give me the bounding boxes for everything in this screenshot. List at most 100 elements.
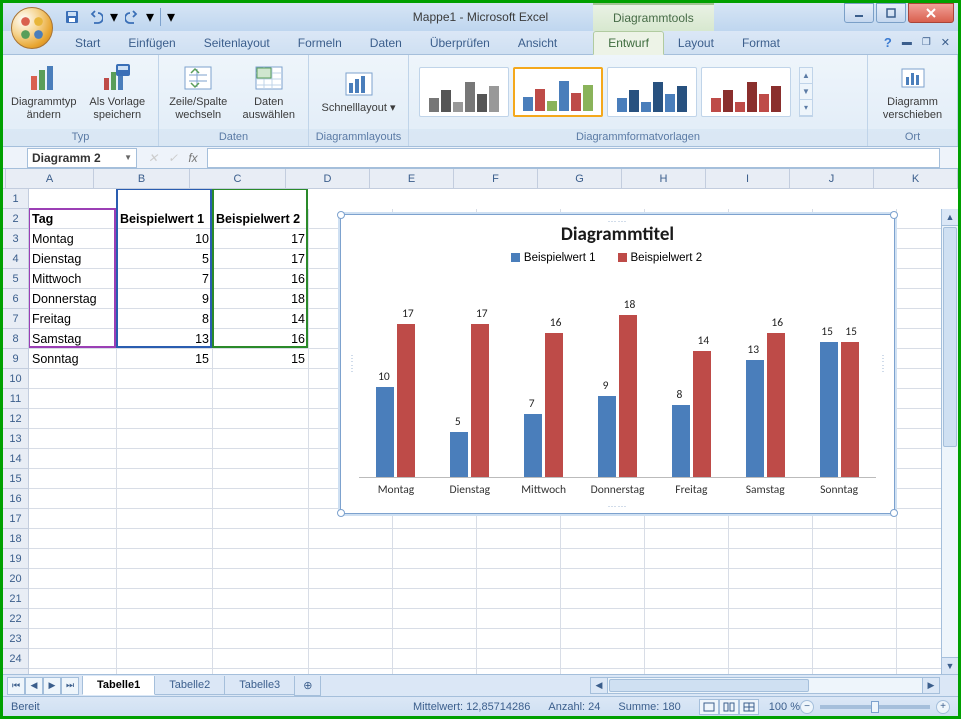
cell[interactable]: [117, 429, 213, 449]
column-header[interactable]: F: [454, 169, 538, 188]
chart-category[interactable]: 1017Montag: [359, 273, 433, 477]
cell[interactable]: [813, 529, 897, 549]
legend-entry[interactable]: Beispielwert 1: [511, 252, 596, 264]
chart-bar[interactable]: [376, 387, 394, 477]
cell[interactable]: 10: [117, 229, 213, 249]
cell[interactable]: [729, 629, 813, 649]
column-header[interactable]: H: [622, 169, 706, 188]
sheet-tab[interactable]: Tabelle3: [224, 676, 295, 695]
fx-icon[interactable]: fx: [185, 151, 201, 165]
row-header[interactable]: 14: [3, 449, 28, 469]
cell[interactable]: Beispielwert 1: [117, 209, 213, 229]
cell[interactable]: [477, 529, 561, 549]
cell[interactable]: [29, 589, 117, 609]
cell[interactable]: [561, 609, 645, 629]
sheet-nav-prev[interactable]: ◀: [25, 677, 43, 695]
cell[interactable]: [29, 649, 117, 669]
cell[interactable]: [393, 649, 477, 669]
save-template-button[interactable]: Als Vorlage speichern: [83, 59, 153, 125]
cell[interactable]: [729, 609, 813, 629]
cell[interactable]: [117, 569, 213, 589]
chart-bar[interactable]: [450, 432, 468, 477]
restore-workbook-icon[interactable]: ❐: [922, 37, 931, 48]
horizontal-scrollbar[interactable]: ◀▶: [590, 677, 940, 694]
new-sheet-button[interactable]: ⊕: [294, 676, 321, 696]
chart-bar[interactable]: [397, 324, 415, 477]
sheet-tab[interactable]: Tabelle1: [82, 676, 155, 695]
qat-customize[interactable]: ▾: [166, 7, 176, 27]
cell[interactable]: 15: [117, 349, 213, 369]
cell[interactable]: [29, 529, 117, 549]
cell[interactable]: [813, 589, 897, 609]
cell[interactable]: [29, 369, 117, 389]
row-header[interactable]: 1: [3, 189, 28, 209]
cell[interactable]: [213, 549, 309, 569]
cell[interactable]: [477, 609, 561, 629]
redo-dropdown[interactable]: ▾: [145, 7, 155, 27]
cell[interactable]: [213, 649, 309, 669]
cell[interactable]: [29, 569, 117, 589]
cell[interactable]: [561, 529, 645, 549]
cancel-icon[interactable]: ✕: [145, 151, 161, 165]
cell[interactable]: [813, 569, 897, 589]
chart-category[interactable]: 716Mittwoch: [507, 273, 581, 477]
zoom-out-button[interactable]: −: [800, 700, 814, 714]
chart-category[interactable]: 814Freitag: [654, 273, 728, 477]
cell[interactable]: Samstag: [29, 329, 117, 349]
row-header[interactable]: 2: [3, 209, 28, 229]
cell[interactable]: [813, 609, 897, 629]
vertical-scrollbar[interactable]: ▲▼: [941, 209, 958, 674]
chart-bar[interactable]: [841, 342, 859, 477]
cell[interactable]: Freitag: [29, 309, 117, 329]
view-pagelayout-button[interactable]: [719, 699, 739, 715]
cell[interactable]: [117, 409, 213, 429]
chart-category[interactable]: 517Dienstag: [433, 273, 507, 477]
help-icon[interactable]: ?: [884, 35, 892, 50]
chart-bar[interactable]: [619, 315, 637, 477]
cell[interactable]: [645, 629, 729, 649]
tab-layout[interactable]: Layout: [664, 32, 728, 54]
cell[interactable]: [729, 529, 813, 549]
chart-category[interactable]: 918Donnerstag: [581, 273, 655, 477]
sheet-nav-next[interactable]: ▶: [43, 677, 61, 695]
cell[interactable]: [117, 449, 213, 469]
chart-bar[interactable]: [746, 360, 764, 477]
cell[interactable]: [117, 469, 213, 489]
cell[interactable]: [477, 589, 561, 609]
tab-format[interactable]: Format: [728, 32, 794, 54]
legend-entry[interactable]: Beispielwert 2: [618, 252, 703, 264]
cell[interactable]: [393, 629, 477, 649]
cell[interactable]: [561, 649, 645, 669]
cell[interactable]: [477, 549, 561, 569]
cell[interactable]: [729, 549, 813, 569]
cell[interactable]: [117, 609, 213, 629]
cell[interactable]: [213, 409, 309, 429]
cell[interactable]: [645, 649, 729, 669]
cell[interactable]: [29, 469, 117, 489]
cell[interactable]: [393, 589, 477, 609]
change-chart-type-button[interactable]: Diagrammtyp ändern: [9, 59, 79, 125]
cell[interactable]: 15: [213, 349, 309, 369]
cell[interactable]: [393, 609, 477, 629]
cell[interactable]: [645, 529, 729, 549]
row-header[interactable]: 24: [3, 649, 28, 669]
cell[interactable]: [729, 569, 813, 589]
cell[interactable]: 18: [213, 289, 309, 309]
style-item-4[interactable]: [701, 67, 791, 117]
row-header[interactable]: 11: [3, 389, 28, 409]
chart-bar[interactable]: [693, 351, 711, 477]
style-item-3[interactable]: [607, 67, 697, 117]
close-button[interactable]: [908, 3, 954, 23]
cell[interactable]: [117, 389, 213, 409]
cell[interactable]: Donnerstag: [29, 289, 117, 309]
cell[interactable]: [29, 629, 117, 649]
cell[interactable]: [117, 589, 213, 609]
row-header[interactable]: 8: [3, 329, 28, 349]
cell[interactable]: Beispielwert 2: [213, 209, 309, 229]
cell[interactable]: [117, 649, 213, 669]
chart-bar[interactable]: [471, 324, 489, 477]
cell[interactable]: [309, 529, 393, 549]
cell[interactable]: [29, 549, 117, 569]
cell[interactable]: [813, 629, 897, 649]
minimize-button[interactable]: [844, 3, 874, 23]
